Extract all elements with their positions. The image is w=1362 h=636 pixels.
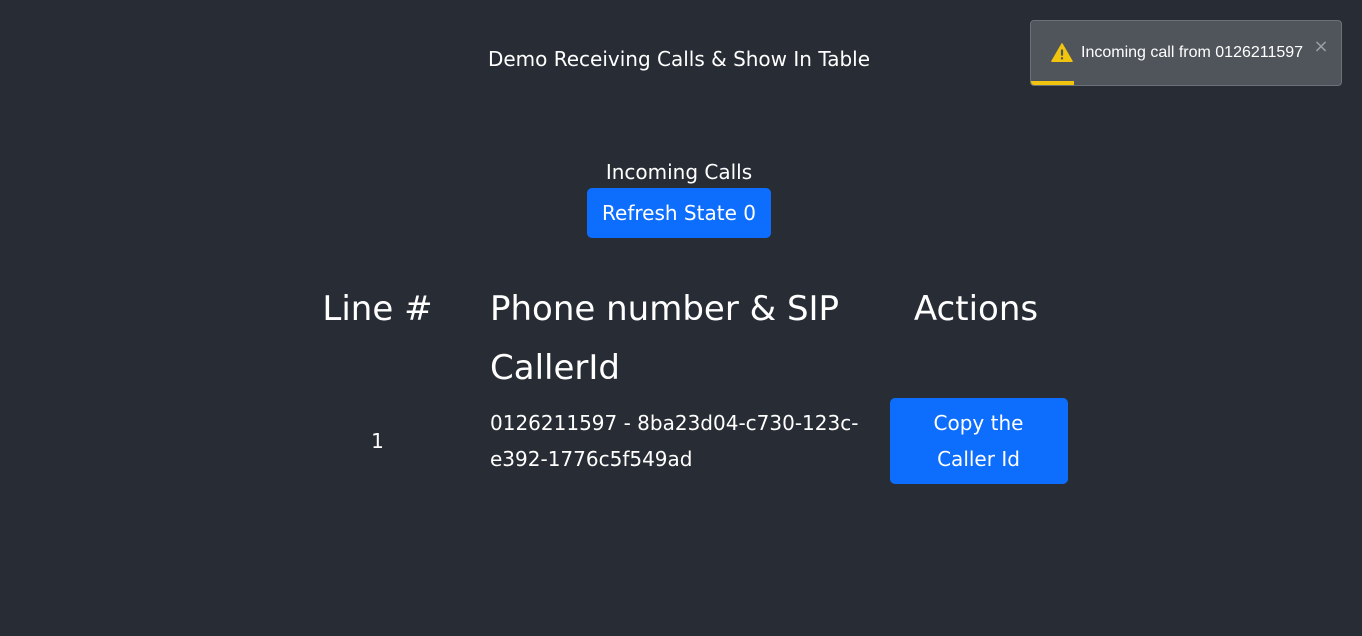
table-header-row: Line # Phone number & SIP CallerId Actio… — [296, 280, 1070, 398]
warning-icon — [1051, 43, 1073, 62]
toast-message: Incoming call from 0126211597 — [1081, 44, 1304, 61]
line-number-cell: 1 — [371, 429, 384, 453]
column-header-phone: Phone number & SIP CallerId — [490, 289, 840, 388]
incoming-calls-label: Incoming Calls — [605, 160, 753, 184]
toast-progress-bar — [1031, 81, 1341, 85]
incoming-call-toast[interactable]: Incoming call from 0126211597 × — [1030, 20, 1342, 86]
toast-progress-fill — [1031, 81, 1075, 85]
table-row: 1 0126211597 - 8ba23d04-c730-123c-e392-1… — [296, 398, 1070, 484]
app-root: Demo Receiving Calls & Show In Table Inc… — [0, 0, 1362, 636]
actions-cell: Copy the Caller Id — [882, 398, 1070, 484]
column-header-line: Line # — [322, 289, 433, 329]
column-header-actions: Actions — [913, 289, 1039, 329]
toast-close-icon[interactable]: × — [1313, 37, 1329, 57]
copy-caller-id-button[interactable]: Copy the Caller Id — [889, 398, 1068, 484]
refresh-state-button[interactable]: Refresh State 0 — [587, 188, 771, 238]
phone-sip-cell: 0126211597 - 8ba23d04-c730-123c-e392-177… — [490, 411, 859, 471]
calls-table: Line # Phone number & SIP CallerId Actio… — [296, 280, 1070, 484]
